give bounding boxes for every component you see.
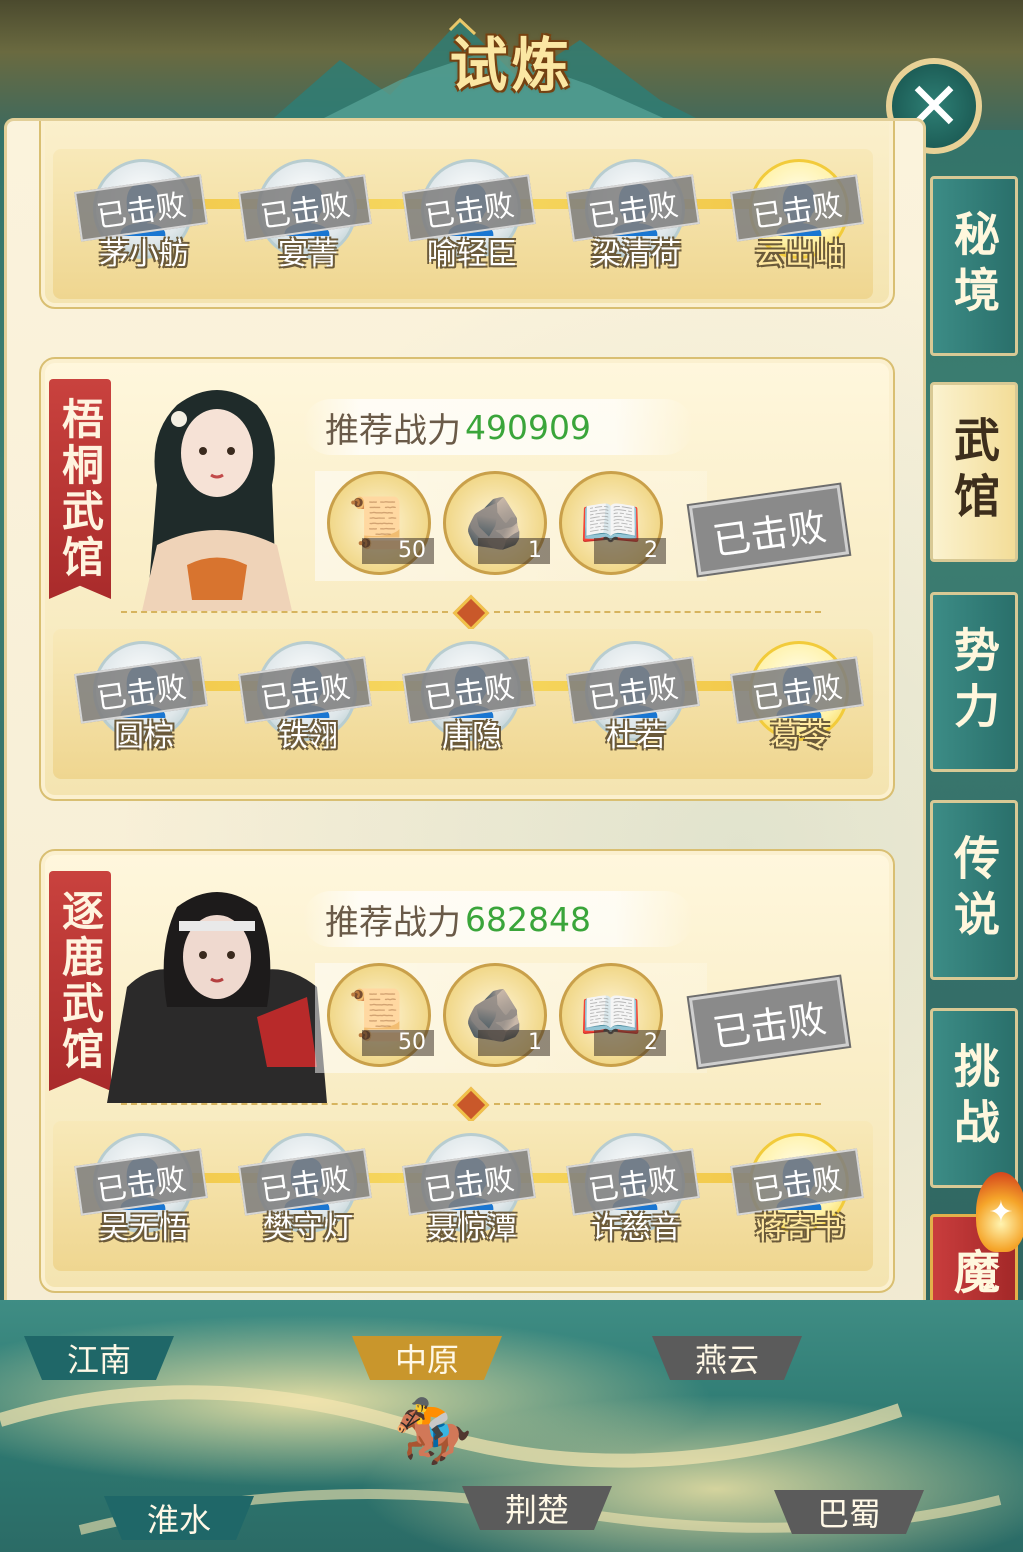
- fighter-card[interactable]: 👤 已击败 吴无悟: [74, 1127, 208, 1277]
- reward-item[interactable]: 📜 50: [327, 471, 434, 575]
- recommended-power: 推荐战力 682848: [303, 891, 693, 947]
- hall-defeated-stamp: 已击败: [688, 976, 850, 1068]
- fighter-name: 樊守灯: [263, 1211, 353, 1246]
- reward-item[interactable]: 📖 2: [559, 471, 666, 575]
- power-value: 682848: [465, 899, 591, 939]
- divider: [121, 594, 821, 632]
- reward-list: 📜 50 🪨 1 📖 2: [315, 963, 707, 1073]
- fighter-name: 杜若: [606, 719, 666, 754]
- recommended-power: 推荐战力 490909: [303, 399, 693, 455]
- region-huaishui[interactable]: 淮水: [104, 1496, 254, 1540]
- fighter-card[interactable]: 👤 已击败 圆棕: [74, 635, 208, 785]
- reward-count: 50: [362, 1030, 434, 1056]
- power-label: 推荐战力: [325, 410, 461, 451]
- tab-legend[interactable]: 传说: [930, 800, 1018, 980]
- reward-count: 2: [594, 538, 666, 564]
- hall-master-portrait: [107, 892, 327, 1103]
- fighter-card[interactable]: 👤 已击败 铁翎: [238, 635, 372, 785]
- reward-count: 2: [594, 1030, 666, 1056]
- hall-master-portrait: [142, 390, 292, 611]
- tab-challenge[interactable]: 挑战: [930, 1008, 1018, 1188]
- trial-panel: 👤 已击败 茅小舫 👤 已击败 宴菁 👤 已击败 喻轻臣 👤 已击败 梁清荷 👤…: [4, 118, 926, 1338]
- fighter-card[interactable]: 👤 已击败 唐隐: [402, 635, 536, 785]
- tab-secret-realm[interactable]: 秘境: [930, 176, 1018, 356]
- reward-count: 1: [478, 1030, 550, 1056]
- divider: [121, 1086, 821, 1124]
- fighter-name: 铁翎: [278, 719, 338, 754]
- region-jingchu[interactable]: 荆楚: [462, 1486, 612, 1530]
- fighter-card[interactable]: 👤 已击败 许慈音: [566, 1127, 700, 1277]
- region-bashu[interactable]: 巴蜀: [774, 1490, 924, 1534]
- gem-icon: [452, 1086, 490, 1124]
- fighter-name: 许慈音: [591, 1211, 681, 1246]
- fighter-name: 唐隐: [442, 719, 502, 754]
- fighter-card[interactable]: 👤 已击败 云出岫: [730, 153, 864, 303]
- fighter-name: 圆棕: [114, 719, 174, 754]
- reward-item[interactable]: 🪨 1: [443, 963, 550, 1067]
- gem-icon: [452, 594, 490, 632]
- fighter-name: 梁清荷: [591, 237, 681, 272]
- fighter-name: 葛苓: [770, 719, 830, 754]
- fighter-card[interactable]: 👤 已击败 葛苓: [730, 635, 864, 785]
- region-yanyun[interactable]: 燕云: [652, 1336, 802, 1380]
- reward-item[interactable]: 🪨 1: [443, 471, 550, 575]
- hall-name: 逐鹿武馆: [49, 871, 111, 1091]
- fighter-card[interactable]: 👤 已击败 樊守灯: [238, 1127, 372, 1277]
- fighter-name: 蒋寄书: [755, 1211, 845, 1246]
- fighter-name: 茅小舫: [99, 237, 189, 272]
- reward-count: 1: [478, 538, 550, 564]
- hall-defeated-stamp: 已击败: [688, 484, 850, 576]
- reward-item[interactable]: 📖 2: [559, 963, 666, 1067]
- fighter-name: 吴无悟: [99, 1211, 189, 1246]
- reward-item[interactable]: 📜 50: [327, 963, 434, 1067]
- player-horse-rider-icon: 🏇: [393, 1394, 473, 1469]
- hall-card: 逐鹿武馆 推荐战力 682848 📜 50 🪨 1 📖 2 已击败 已击败 吴无…: [39, 849, 895, 1293]
- power-label: 推荐战力: [325, 902, 461, 943]
- reward-count: 50: [362, 538, 434, 564]
- fighter-card[interactable]: 👤 已击败 梁清荷: [566, 153, 700, 303]
- fighter-name: 宴菁: [278, 237, 338, 272]
- region-jiangnan[interactable]: 江南: [24, 1336, 174, 1380]
- fighter-card[interactable]: 👤 已击败 蒋寄书: [730, 1127, 864, 1277]
- fighter-card[interactable]: 👤 已击败 聂惊潭: [402, 1127, 536, 1277]
- fighter-name: 聂惊潭: [427, 1211, 517, 1246]
- reward-list: 📜 50 🪨 1 📖 2: [315, 471, 707, 581]
- region-zhongyuan[interactable]: 中原: [352, 1336, 502, 1380]
- fighter-card[interactable]: 👤 已击败 杜若: [566, 635, 700, 785]
- fighter-name: 云出岫: [755, 237, 845, 272]
- fighter-card[interactable]: 👤 已击败 茅小舫: [74, 153, 208, 303]
- fighter-card[interactable]: 👤 已击败 宴菁: [238, 153, 372, 303]
- power-value: 490909: [465, 407, 591, 447]
- flame-icon: ✦: [976, 1172, 1023, 1252]
- fighter-name: 喻轻臣: [427, 237, 517, 272]
- hall-card-partial: 👤 已击败 茅小舫 👤 已击败 宴菁 👤 已击败 喻轻臣 👤 已击败 梁清荷 👤…: [39, 121, 895, 309]
- hall-name: 梧桐武馆: [49, 379, 111, 599]
- page-title: 试炼: [449, 31, 574, 99]
- tab-faction[interactable]: 势力: [930, 592, 1018, 772]
- fighter-card[interactable]: 👤 已击败 喻轻臣: [402, 153, 536, 303]
- hall-card: 梧桐武馆 推荐战力 490909 📜 50 🪨 1 📖 2 已击败 已击败 圆棕…: [39, 357, 895, 801]
- tab-martial-hall[interactable]: 武馆: [930, 382, 1018, 562]
